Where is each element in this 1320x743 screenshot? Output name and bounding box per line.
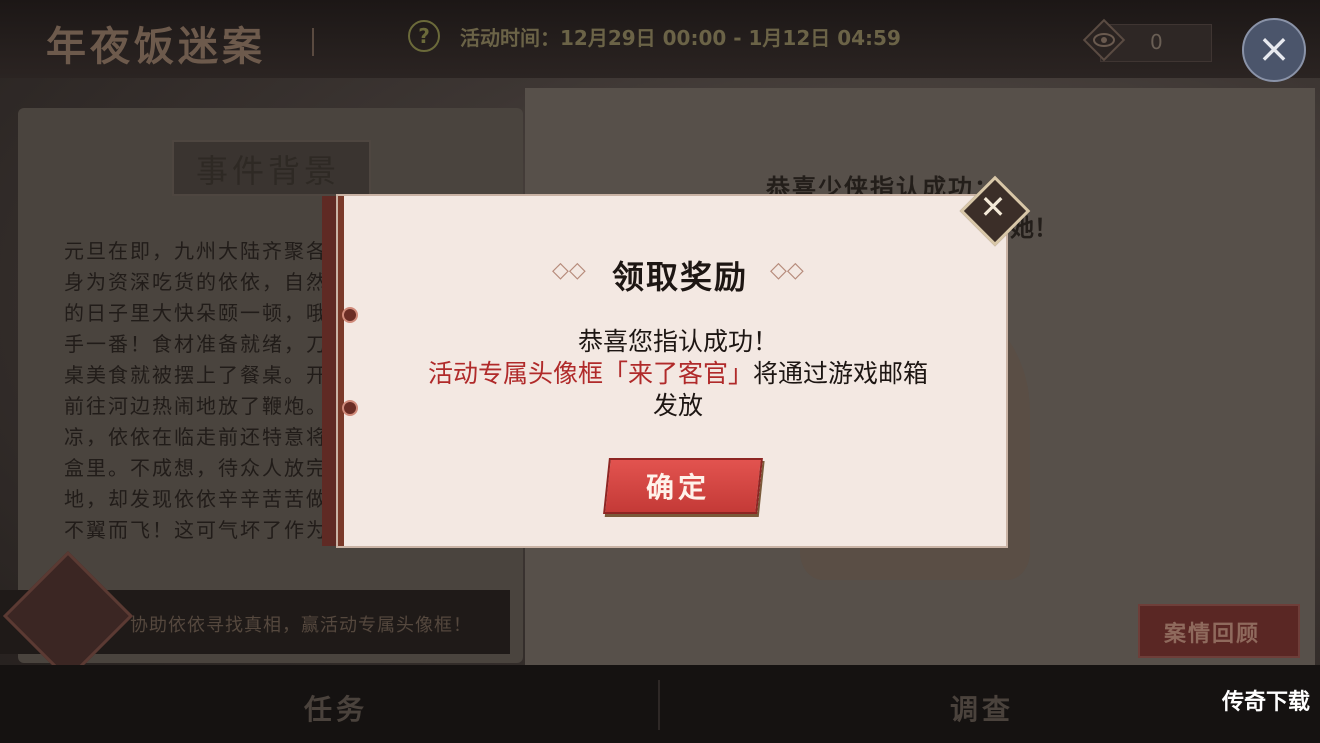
- story-line: 地，却发现依依辛辛苦苦做: [64, 487, 328, 511]
- message-line-1: 恭喜您指认成功！: [577, 327, 778, 356]
- binding-pin-icon: [342, 307, 358, 323]
- game-title: 年夜饭迷案: [46, 23, 266, 70]
- watermark: 传奇下载: [1222, 690, 1311, 715]
- story-line: 凉，依依在临走前还特意将: [64, 425, 328, 449]
- tab-task[interactable]: 任务: [304, 688, 368, 728]
- close-icon[interactable]: ×: [1242, 18, 1306, 82]
- eye-icon: [1082, 18, 1126, 62]
- mission-text: 协助依依寻找真相，赢活动专属头像框！: [130, 615, 472, 636]
- story-line: 身为资深吃货的依依，自然: [64, 270, 328, 294]
- message-line-3: 发放: [652, 391, 703, 420]
- help-icon[interactable]: ?: [408, 20, 440, 52]
- ornament-right-icon: ◇◇: [770, 258, 804, 283]
- modal-title: 领取奖励: [612, 258, 749, 296]
- close-icon[interactable]: ✕: [976, 190, 1010, 224]
- story-line: 手一番！食材准备就绪，刀: [64, 332, 328, 356]
- confirm-label[interactable]: 确定: [646, 466, 710, 506]
- story-line: 桌美食就被摆上了餐桌。开: [64, 363, 328, 387]
- ornament-left-icon: ◇◇: [552, 258, 586, 283]
- message-line-2: 活动专属头像框「来了客官」将通过游戏邮箱: [338, 354, 1018, 390]
- story-line: 不翼而飞！这可气坏了作为: [64, 518, 328, 542]
- title-divider: [312, 28, 314, 56]
- tab-divider: [658, 680, 660, 730]
- tab-investigate[interactable]: 调查: [950, 688, 1014, 728]
- event-time: 活动时间：12月29日 00:00 - 1月12日 04:59: [460, 26, 901, 50]
- bottom-nav: [0, 665, 1320, 743]
- story-text: 元旦在即，九州大陆齐聚各 身为资深吃货的依依，自然 的日子里大快朵颐一顿，哦 手…: [64, 236, 339, 546]
- story-line: 元旦在即，九州大陆齐聚各: [64, 239, 328, 263]
- reward-name: 活动专属头像框「来了客官」: [427, 359, 753, 388]
- counter-value: 0: [1150, 30, 1163, 54]
- message-line-2-rest: 将通过游戏邮箱: [753, 359, 929, 388]
- story-line: 的日子里大快朵颐一顿，哦: [64, 301, 328, 325]
- case-review-label[interactable]: 案情回顾: [1164, 616, 1260, 648]
- section-title: 事件背景: [196, 152, 341, 190]
- story-line: 前往河边热闹地放了鞭炮。: [64, 394, 328, 418]
- story-line: 盒里。不成想，待众人放完: [64, 456, 328, 480]
